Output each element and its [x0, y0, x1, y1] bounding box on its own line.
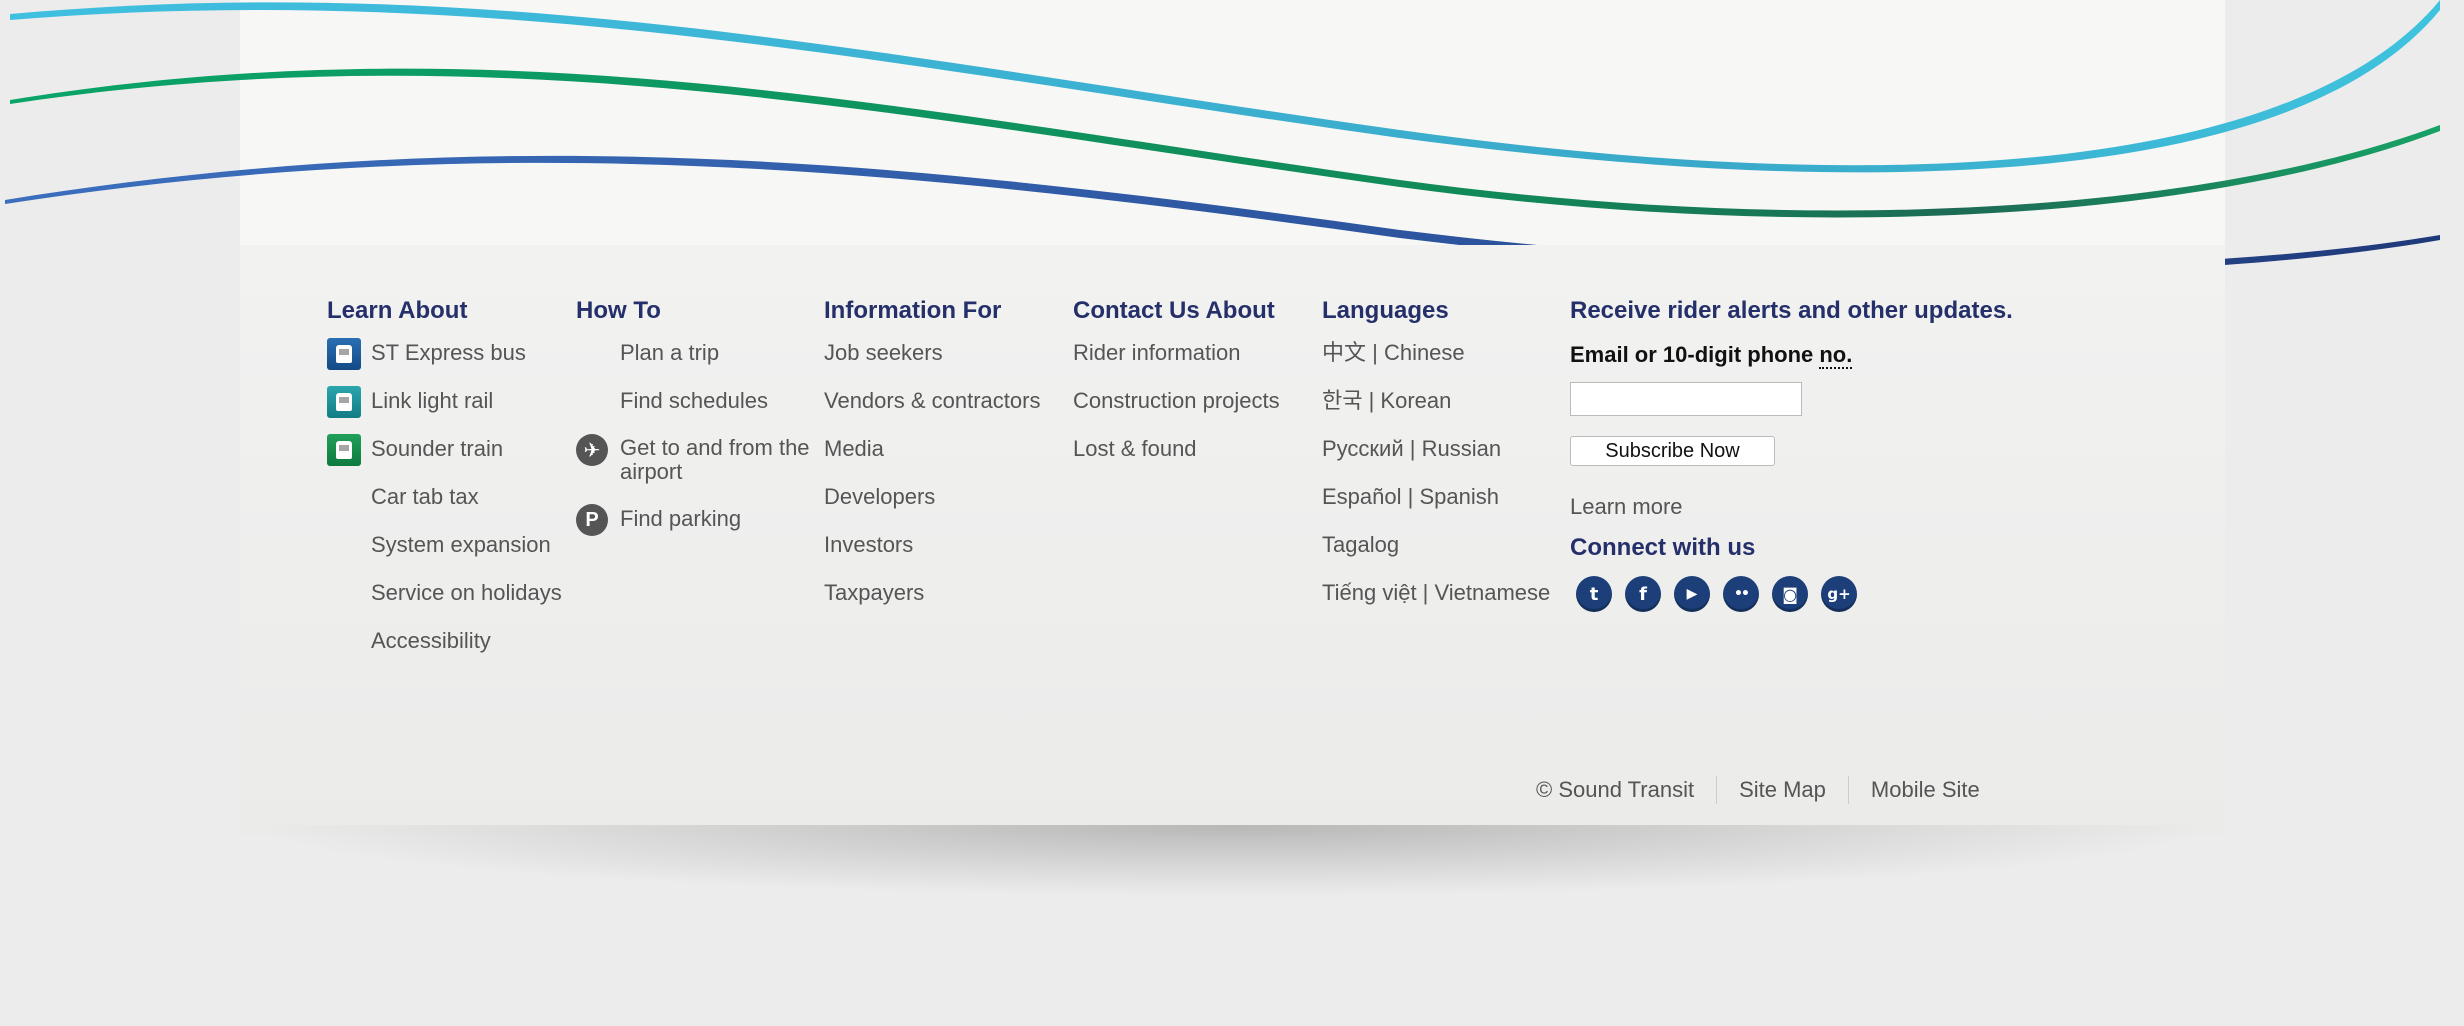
- alerts-signup: Receive rider alerts and other updates. …: [1570, 296, 2090, 612]
- link-label: Sounder train: [371, 436, 504, 461]
- green-wave: [10, 68, 2440, 218]
- divider: [1716, 776, 1718, 804]
- link-label: Find schedules: [620, 388, 768, 413]
- link-label: Find parking: [620, 506, 742, 531]
- train-icon: [327, 434, 361, 466]
- learn-about-column: Learn About ST Express bus Link light ra…: [327, 296, 562, 676]
- link-label: Car tab tax: [371, 484, 479, 509]
- social-links: t f ▶ •• ◙ g+: [1570, 576, 2090, 612]
- learn-item-car-tab-tax[interactable]: Car tab tax: [327, 484, 562, 510]
- contact-item-lost-and-found[interactable]: Lost & found: [1073, 436, 1280, 462]
- info-item-media[interactable]: Media: [824, 436, 1040, 462]
- link-label: System expansion: [371, 532, 551, 557]
- info-item-developers[interactable]: Developers: [824, 484, 1040, 510]
- learn-about-heading: Learn About: [327, 297, 468, 324]
- email-or-phone-input[interactable]: [1570, 382, 1802, 416]
- how-to-heading: How To: [576, 297, 661, 324]
- footer-bottom-links: © Sound Transit Site Map Mobile Site: [1536, 776, 1980, 804]
- learn-item-sounder-train[interactable]: Sounder train: [327, 434, 562, 466]
- link-label: ST Express bus: [371, 340, 526, 365]
- languages-heading: Languages: [1322, 297, 1449, 324]
- language-russian[interactable]: Русский | Russian: [1322, 436, 1550, 462]
- facebook-icon[interactable]: f: [1625, 576, 1661, 612]
- signup-label-text: Email or 10-digit phone: [1570, 342, 1820, 367]
- learn-item-link-light-rail[interactable]: Link light rail: [327, 386, 562, 418]
- parking-icon: P: [576, 504, 608, 536]
- language-chinese[interactable]: 中文 | Chinese: [1322, 340, 1550, 366]
- light-rail-icon: [327, 386, 361, 418]
- how-item-find-parking[interactable]: P Find parking: [576, 504, 820, 536]
- information-for-heading: Information For: [824, 297, 1002, 324]
- bus-icon: [327, 338, 361, 370]
- divider: [1847, 776, 1849, 804]
- airplane-icon: ✈: [576, 434, 608, 466]
- link-label: Service on holidays: [371, 580, 562, 605]
- signup-label-abbr: no.: [1819, 342, 1853, 369]
- how-item-airport[interactable]: ✈ Get to and from the airport: [576, 434, 820, 484]
- signup-label: Email or 10-digit phone no.: [1570, 342, 2090, 369]
- mobile-site-link[interactable]: Mobile Site: [1871, 777, 1980, 803]
- how-to-column: How To Plan a trip Find schedules ✈ Get …: [576, 296, 820, 554]
- copyright-text: © Sound Transit: [1536, 777, 1695, 802]
- info-item-job-seekers[interactable]: Job seekers: [824, 340, 1040, 366]
- youtube-icon[interactable]: ▶: [1674, 576, 1710, 612]
- info-item-investors[interactable]: Investors: [824, 532, 1040, 558]
- footer-shadow: [270, 825, 2195, 895]
- instagram-icon[interactable]: ◙: [1772, 576, 1808, 612]
- learn-item-accessibility[interactable]: Accessibility: [327, 628, 562, 654]
- language-korean[interactable]: 한국 | Korean: [1322, 388, 1550, 414]
- contact-item-rider-information[interactable]: Rider information: [1073, 340, 1280, 366]
- flickr-icon[interactable]: ••: [1723, 576, 1759, 612]
- information-for-column: Information For Job seekers Vendors & co…: [824, 296, 1040, 628]
- learn-more-link[interactable]: Learn more: [1570, 494, 2090, 520]
- language-spanish[interactable]: Español | Spanish: [1322, 484, 1550, 510]
- language-tagalog[interactable]: Tagalog: [1322, 532, 1550, 558]
- languages-column: Languages 中文 | Chinese 한국 | Korean Русск…: [1322, 296, 1550, 628]
- learn-item-service-on-holidays[interactable]: Service on holidays: [327, 580, 562, 606]
- contact-us-column: Contact Us About Rider information Const…: [1073, 296, 1280, 484]
- link-label: Plan a trip: [620, 340, 720, 365]
- info-item-taxpayers[interactable]: Taxpayers: [824, 580, 1040, 606]
- site-map-link[interactable]: Site Map: [1739, 777, 1826, 803]
- learn-item-system-expansion[interactable]: System expansion: [327, 532, 562, 558]
- how-item-find-schedules[interactable]: Find schedules: [576, 388, 820, 414]
- contact-item-construction-projects[interactable]: Construction projects: [1073, 388, 1280, 414]
- twitter-icon[interactable]: t: [1576, 576, 1612, 612]
- info-item-vendors[interactable]: Vendors & contractors: [824, 388, 1040, 414]
- alerts-heading: Receive rider alerts and other updates.: [1570, 297, 2013, 324]
- connect-heading: Connect with us: [1570, 534, 1756, 561]
- link-label: Get to and from the airport: [620, 435, 810, 484]
- google-plus-icon[interactable]: g+: [1821, 576, 1857, 612]
- language-vietnamese[interactable]: Tiếng việt | Vietnamese: [1322, 580, 1550, 606]
- subscribe-button[interactable]: Subscribe Now: [1570, 436, 1775, 466]
- link-label: Accessibility: [371, 628, 491, 653]
- link-label: Link light rail: [371, 388, 494, 413]
- learn-item-st-express-bus[interactable]: ST Express bus: [327, 338, 562, 370]
- cyan-wave: [10, 0, 2440, 173]
- how-item-plan-a-trip[interactable]: Plan a trip: [576, 340, 820, 366]
- contact-us-heading: Contact Us About: [1073, 297, 1275, 324]
